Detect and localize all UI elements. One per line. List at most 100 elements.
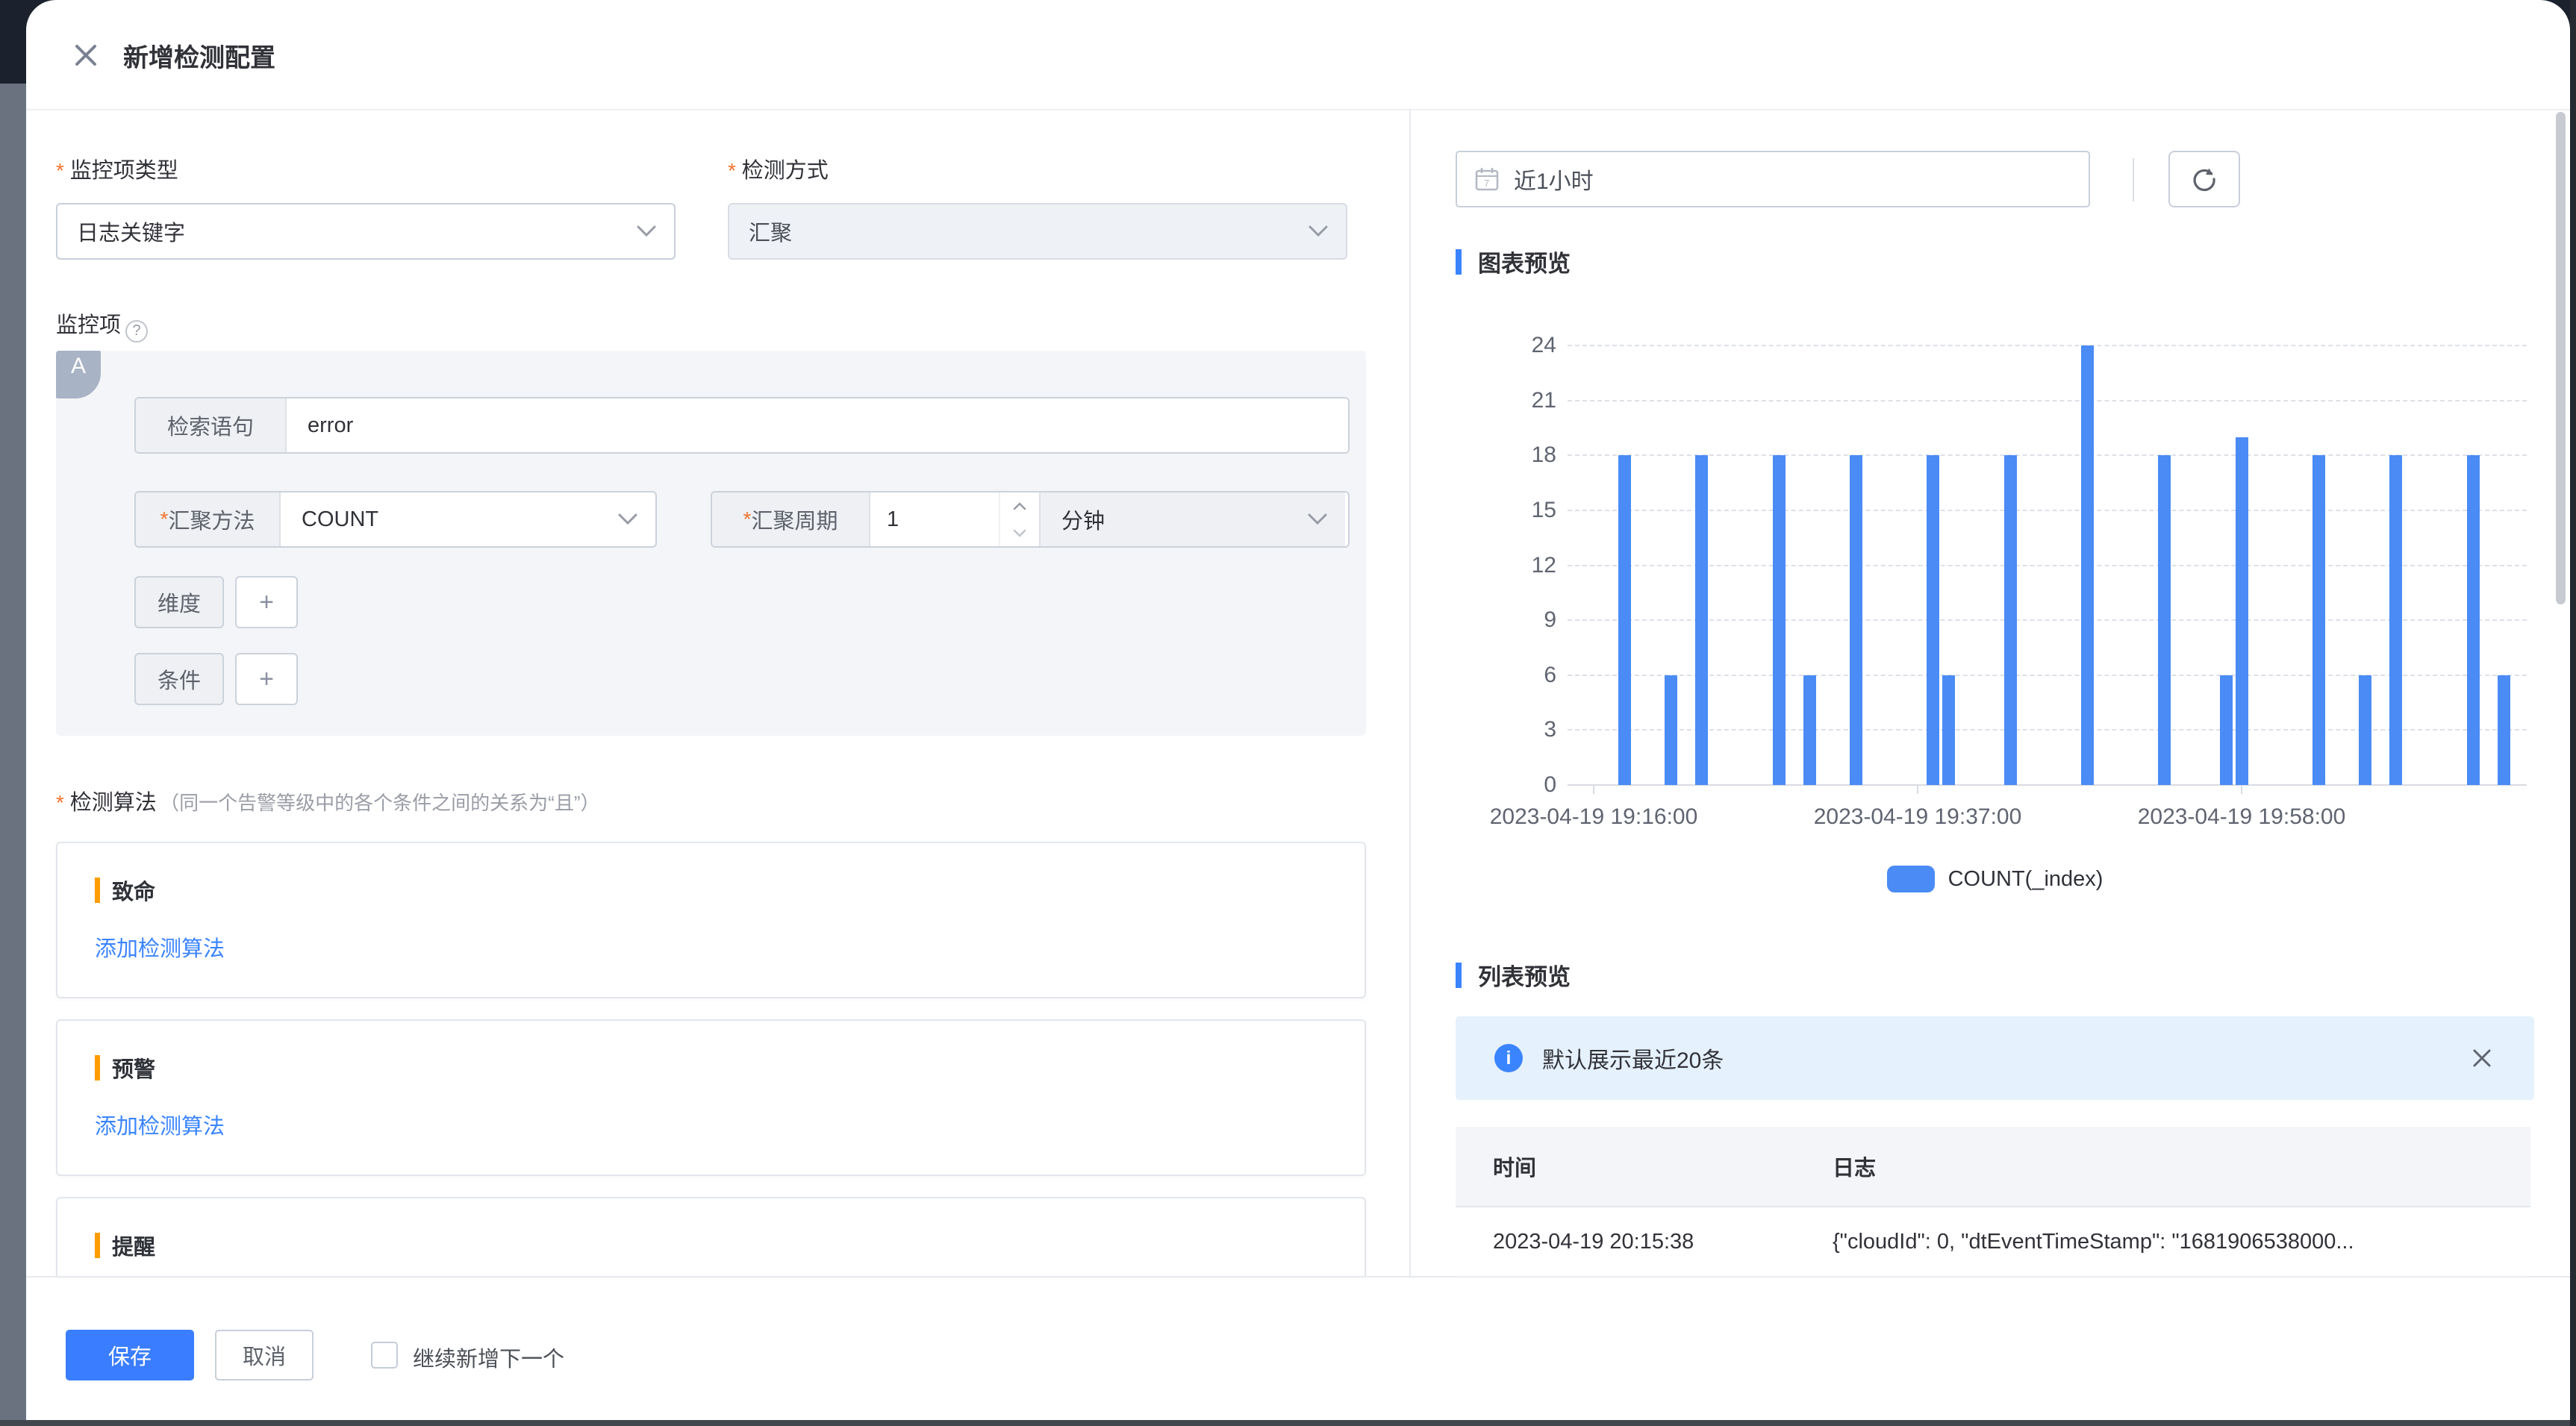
table-header-time: 时间 [1493, 1157, 1537, 1180]
number-spinner [999, 492, 1039, 546]
legend-swatch [1886, 866, 1935, 892]
calendar-icon: 7 [1475, 168, 1499, 191]
spinner-up-icon[interactable] [1000, 492, 1039, 519]
save-button[interactable]: 保存 [66, 1330, 194, 1380]
chart-bar [2080, 345, 2094, 785]
add-detection-drawer: 新增检测配置 监控项类型 日志关键字 检测方式 汇聚 监控项? A 检索语句 [26, 0, 2570, 1420]
x-tick-mark [1593, 785, 1594, 794]
chart-bar [2003, 455, 2017, 785]
chart-bar [2497, 675, 2510, 785]
grid-line [1568, 729, 2527, 731]
severity-bar [95, 878, 100, 903]
table-row: 2023-04-19 20:15:38 {"cloudId": 0, "dtEv… [1456, 1207, 2530, 1278]
preview-chart: 0 3 6 9 12 15 18 21 24 2023-04-19 19:16:00 2023-04… [1456, 321, 2534, 836]
chart-bar [1927, 455, 1940, 785]
y-tick-label: 21 [1531, 387, 1556, 413]
y-tick-label: 6 [1544, 662, 1556, 687]
severity-header: 提醒 [95, 1230, 155, 1261]
detect-method-value: 汇聚 [749, 222, 793, 246]
scrollbar-thumb[interactable] [2556, 112, 2566, 604]
algorithm-label: 检测算法 [56, 791, 157, 815]
legend-label: COUNT(_index) [1947, 866, 2103, 891]
close-icon[interactable] [69, 39, 102, 72]
condition-label: 条件 [134, 653, 224, 705]
svg-text:7: 7 [1484, 178, 1489, 189]
severity-header: 致命 [95, 875, 155, 906]
agg-period-unit: 分钟 [1061, 510, 1105, 534]
severity-name: 致命 [112, 881, 156, 904]
help-icon[interactable]: ? [125, 319, 149, 343]
monitor-item-label: 监控项? [56, 307, 149, 343]
list-section-title: 列表预览 [1478, 964, 1571, 990]
chart-bar [2158, 455, 2171, 785]
continue-label: 继续新增下一个 [413, 1348, 565, 1372]
background-page-right [2570, 0, 2576, 1426]
agg-method-select[interactable]: COUNT [281, 492, 655, 546]
agg-period-input[interactable] [870, 492, 999, 546]
detect-method-label: 检测方式 [728, 153, 829, 184]
time-range-picker[interactable]: 7 近1小时 [1456, 151, 2090, 207]
severity-card-reminder: 提醒 [56, 1197, 1366, 1276]
y-tick-label: 12 [1531, 552, 1556, 578]
chart-legend[interactable]: COUNT(_index) [1456, 857, 2534, 901]
list-section-header: 列表预览 [1456, 958, 1571, 992]
agg-method-label: 汇聚方法 [136, 492, 281, 546]
agg-method-value: COUNT [302, 507, 379, 531]
y-tick-label: 3 [1544, 717, 1556, 742]
grid-line [1568, 345, 2527, 346]
chart-bar [2466, 455, 2480, 785]
severity-card-fatal: 致命 添加检测算法 [56, 842, 1366, 998]
add-algorithm-link[interactable]: 添加检测算法 [95, 1109, 225, 1140]
table-header: 时间 日志 [1456, 1127, 2530, 1207]
section-bar [1456, 962, 1462, 988]
grid-line [1568, 399, 2527, 401]
time-range-value: 近1小时 [1514, 169, 1594, 194]
severity-bar [95, 1055, 100, 1081]
query-input[interactable] [287, 398, 1348, 452]
alert-close-icon[interactable] [2466, 1042, 2498, 1075]
chart-bar [2235, 437, 2248, 785]
algorithm-note: （同一个告警等级中的各个条件之间的关系为“且”） [160, 792, 600, 814]
x-tick-label: 2023-04-19 19:37:00 [1813, 804, 2022, 829]
chart-bar [1849, 455, 1862, 785]
x-tick-mark [1917, 785, 1918, 794]
chart-bar [2389, 455, 2403, 785]
add-algorithm-link[interactable]: 添加检测算法 [95, 931, 225, 963]
spinner-down-icon[interactable] [1000, 519, 1039, 546]
y-tick-label: 9 [1544, 607, 1556, 633]
screen: 新增检测配置 监控项类型 日志关键字 检测方式 汇聚 监控项? A 检索语句 [0, 0, 2576, 1426]
info-icon: i [1494, 1044, 1523, 1072]
chart-section-title: 图表预览 [1478, 251, 1571, 277]
chevron-down-icon [1309, 225, 1328, 237]
chevron-down-icon [637, 225, 656, 237]
chart-bar [1664, 675, 1677, 785]
panel-divider [1409, 109, 1411, 1276]
agg-period-label: 汇聚周期 [712, 492, 870, 546]
monitor-type-select[interactable]: 日志关键字 [56, 203, 676, 260]
background-page-bottom [0, 1420, 2576, 1426]
page-title: 新增检测配置 [123, 44, 275, 72]
toolbar-separator [2133, 158, 2134, 201]
x-tick-mark [2241, 785, 2242, 794]
agg-period-unit-select[interactable]: 分钟 [1039, 492, 1345, 546]
cancel-button[interactable]: 取消 [215, 1330, 314, 1380]
drawer-header: 新增检测配置 [26, 0, 2570, 110]
monitor-type-value: 日志关键字 [77, 222, 186, 246]
chart-bar [1803, 675, 1816, 785]
grid-line [1568, 454, 2527, 457]
table-header-log: 日志 [1833, 1157, 1877, 1180]
add-dimension-button[interactable]: + [235, 576, 298, 628]
alert-text: 默认展示最近20条 [1542, 1048, 1724, 1073]
chart-bar [2312, 455, 2325, 785]
detect-method-select[interactable]: 汇聚 [728, 203, 1347, 260]
chart-bar [2358, 675, 2371, 785]
severity-name: 预警 [112, 1058, 156, 1082]
chevron-down-icon [1308, 513, 1327, 525]
continue-checkbox[interactable] [371, 1342, 398, 1369]
chart-section-header: 图表预览 [1456, 245, 1571, 278]
x-axis-line [1568, 784, 2527, 786]
add-condition-button[interactable]: + [235, 653, 298, 705]
grid-line [1568, 619, 2527, 622]
refresh-button[interactable] [2168, 151, 2240, 207]
severity-bar [95, 1233, 100, 1258]
